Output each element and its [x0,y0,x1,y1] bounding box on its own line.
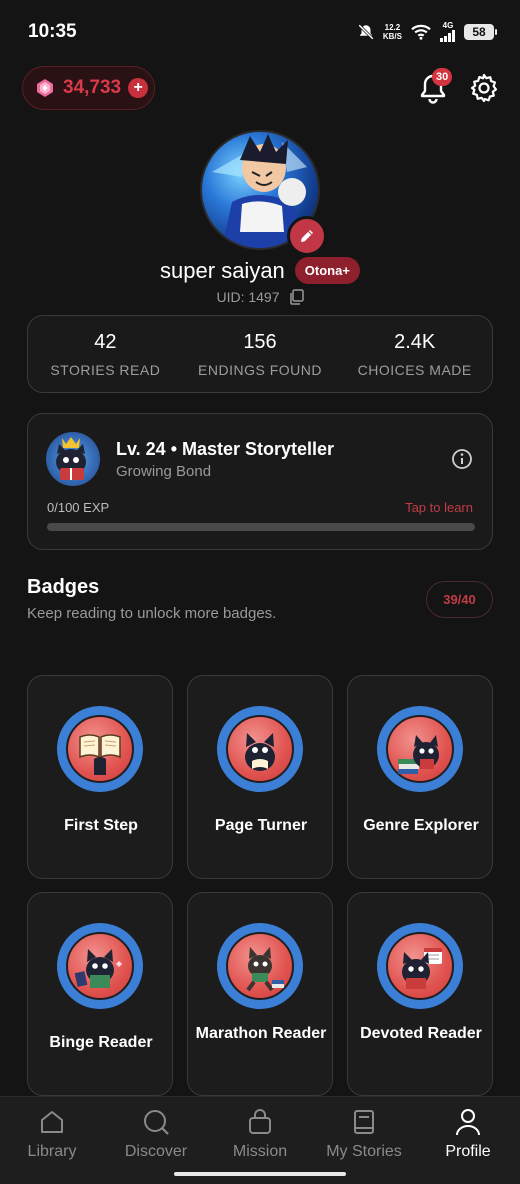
house-icon [41,1111,63,1133]
status-bar: 10:35 12.2 KB/S 4G 58 [0,0,520,64]
badge-devoted-reader[interactable]: Devoted Reader [347,892,493,1096]
nav-label: Mission [232,1143,288,1160]
nav-item-my-stories[interactable]: My Stories [312,1097,416,1184]
stat-label: CHOICES MADE [357,361,472,378]
battery-level: 58 [472,25,486,39]
level-subtitle: Growing Bond [116,463,212,480]
network-type: 4G [442,21,454,30]
home-indicator[interactable] [174,1172,346,1176]
stat-value: 42 [94,330,117,353]
stat-choices-made: 2.4K CHOICES MADE [337,316,492,392]
badge-circle [66,932,134,1000]
cat-reading-icon [245,733,275,771]
badges-count[interactable]: 39/40 [426,581,493,618]
username-row: super saiyan Otona+ [0,257,520,284]
cat-binge-icon [74,949,122,988]
badge-ring [217,923,303,1009]
nav-item-profile[interactable]: Profile [416,1097,520,1184]
stat-label: ENDINGS FOUND [198,361,322,378]
badges-subtitle: Keep reading to unlock more badges. [27,605,277,622]
badge-genre-explorer[interactable]: Genre Explorer [347,675,493,879]
nav-item-library[interactable]: Library [0,1097,104,1184]
nav-label: Profile [445,1143,491,1160]
status-time: 10:35 [28,21,77,42]
level-card[interactable]: Lv. 24 • Master Storyteller Growing Bond… [27,413,493,550]
cat-running-icon [246,947,284,992]
stat-label: STORIES READ [50,361,161,378]
stats-card: 42 STORIES READ 156 ENDINGS FOUND 2.4K C… [27,315,493,393]
nav-item-discover[interactable]: Discover [104,1097,208,1184]
status-icons: 12.2 KB/S 4G 58 [357,22,497,42]
stat-stories-read: 42 STORIES READ [28,316,183,392]
currency-value: 34,733 [63,77,122,98]
bottom-nav: Library Discover Mission My Stories Prof… [0,1096,520,1184]
gear-icon[interactable] [468,72,500,104]
book-icon [354,1110,374,1134]
book-hand-icon [79,734,121,775]
person-icon [456,1109,480,1136]
badge-circle [386,715,454,783]
tap-to-learn-link[interactable]: Tap to learn [405,500,473,515]
bag-icon [249,1109,271,1134]
badge-label: Devoted Reader [360,1025,482,1042]
pencil-icon [301,230,313,242]
badge-circle [226,932,294,1000]
stat-value: 2.4K [394,330,436,353]
badge-binge-reader[interactable]: Binge Reader [27,892,173,1096]
badge-ring [377,923,463,1009]
net-speed-unit: KB/S [382,32,402,41]
uid-row: UID: 1497 [0,289,520,305]
exp-progress-bar [47,523,475,531]
level-avatar [46,432,100,486]
notification-badge: 30 [432,68,453,86]
copy-icon[interactable] [288,289,304,305]
add-currency-button[interactable]: + [128,78,149,98]
badges-title: Badges [27,576,100,598]
uid-label: UID: 1497 [216,289,280,305]
tier-badge: Otona+ [294,257,360,284]
badge-label: Genre Explorer [363,817,479,834]
cat-crown-icon [56,437,86,480]
badge-ring [217,706,303,792]
search-icon [144,1110,169,1135]
level-title: Lv. 24 • Master Storyteller [116,439,335,459]
currency-pill[interactable]: 34,733 + [22,66,155,110]
badge-page-turner[interactable]: Page Turner [187,675,333,879]
badge-marathon-reader[interactable]: Marathon Reader [187,892,333,1096]
net-speed-value: 12.2 [384,23,401,32]
battery-icon: 58 [464,24,497,40]
cat-calendar-icon [402,948,442,989]
nav-item-mission[interactable]: Mission [208,1097,312,1184]
cat-books-icon [398,735,439,774]
net-speed: 12.2 KB/S [383,23,402,41]
username: super saiyan [160,257,285,283]
badge-label: Binge Reader [49,1034,153,1051]
badge-label: Marathon Reader [195,1025,327,1042]
info-icon[interactable] [451,448,473,470]
signal-icon: 4G [440,22,456,42]
stat-endings-found: 156 ENDINGS FOUND [183,316,338,392]
badge-first-step[interactable]: First Step [27,675,173,879]
badge-circle [66,715,134,783]
gem-icon [37,79,53,97]
badge-ring [377,706,463,792]
nav-label: My Stories [326,1143,402,1160]
nav-label: Library [27,1143,77,1160]
wifi-icon [411,24,431,40]
exp-text: 0/100 EXP [47,500,110,515]
edit-profile-button[interactable] [287,216,327,256]
mute-bell-icon [358,24,374,40]
badge-label: First Step [64,817,138,834]
badge-label: Page Turner [214,817,308,834]
nav-label: Discover [124,1143,188,1160]
badge-circle [386,932,454,1000]
badge-ring [57,923,143,1009]
badge-circle [226,715,294,783]
stat-value: 156 [243,330,277,353]
badge-ring [57,706,143,792]
